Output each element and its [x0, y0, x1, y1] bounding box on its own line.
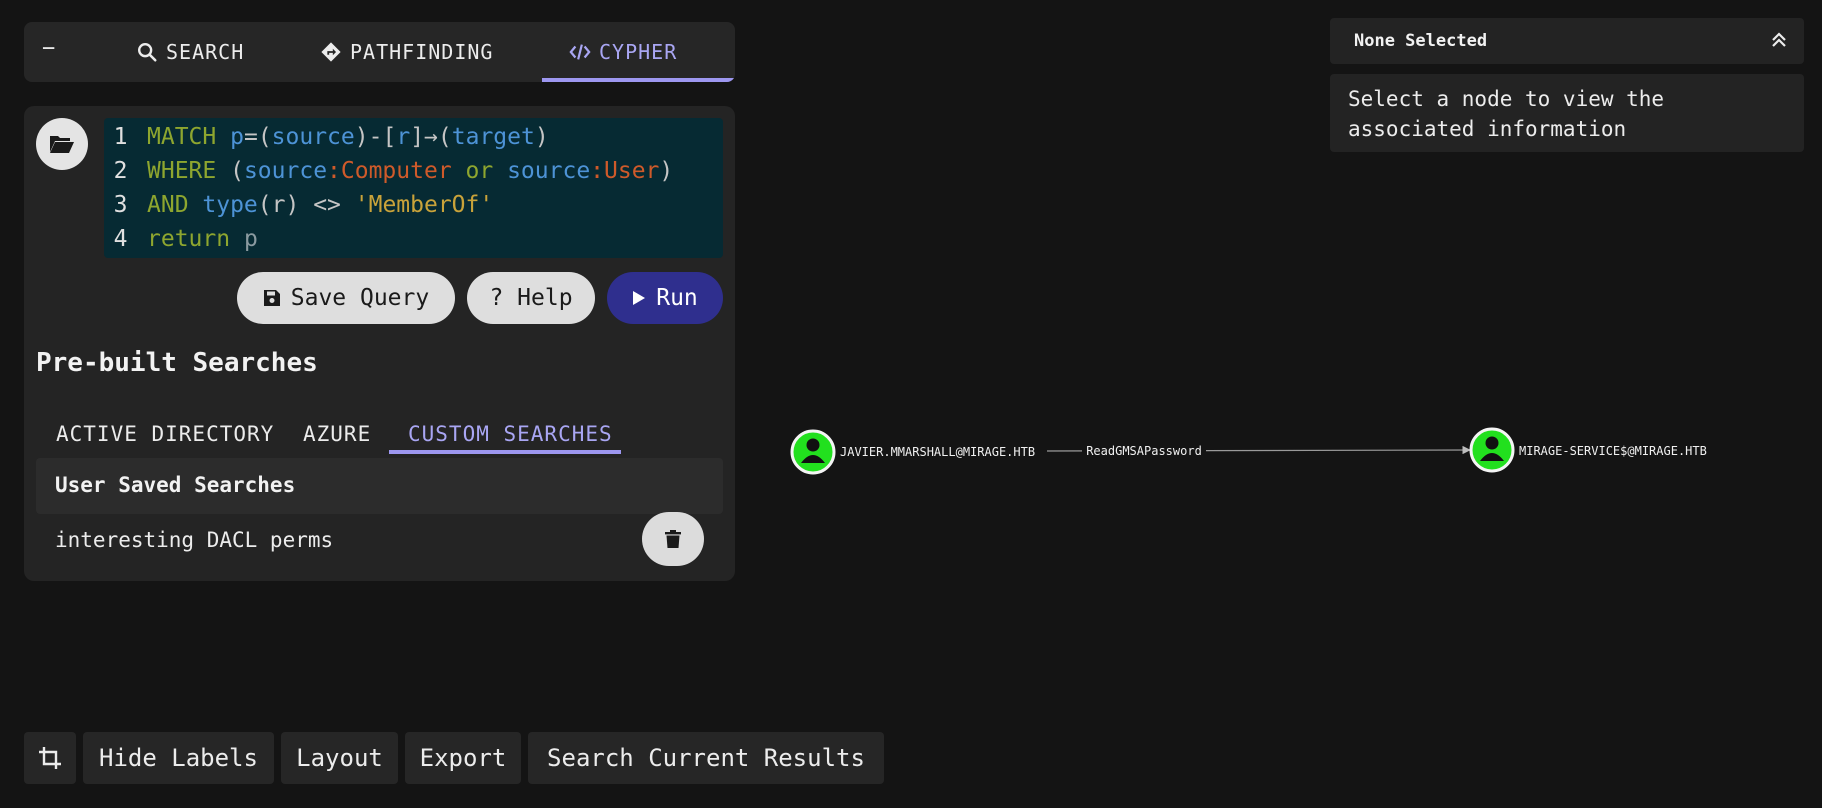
line-number: 4 [113, 226, 128, 252]
code-token: p [243, 226, 258, 252]
directions-icon [321, 42, 341, 62]
delete-saved-search-button[interactable] [642, 512, 704, 566]
code-token: source [271, 124, 355, 150]
search-icon [138, 43, 157, 62]
code-token: <> [313, 192, 355, 218]
code-token: 'MemberOf' [354, 192, 494, 218]
help-button[interactable]: ? Help [467, 272, 595, 324]
save-icon [263, 290, 280, 306]
code-token: → [424, 124, 438, 150]
code-line: 1 MATCH p=(source)-[r]→(target) [104, 120, 723, 154]
layout-button[interactable]: Layout [281, 732, 398, 784]
code-token: r [271, 192, 286, 218]
code-token: ( [230, 158, 244, 184]
collapse-panel-button[interactable]: − [42, 36, 62, 62]
code-token: AND [147, 192, 203, 218]
code-token: ( [257, 124, 272, 150]
code-token: MATCH [147, 124, 231, 150]
help-label: ? Help [489, 285, 573, 311]
node-circle [1469, 427, 1515, 473]
code-line: 2 WHERE (source:Computer or source:User) [104, 154, 723, 188]
export-button[interactable]: Export [405, 732, 521, 784]
user-saved-searches-label: User Saved Searches [55, 473, 296, 497]
crop-icon [39, 747, 61, 769]
run-button[interactable]: Run [607, 272, 723, 324]
code-token: ) [659, 158, 674, 184]
code-text: MATCH p=(source)-[r]→(target) [137, 120, 549, 154]
code-token: ) [285, 192, 314, 218]
entity-info-header[interactable]: None Selected [1330, 18, 1804, 64]
code-token: target [451, 124, 535, 150]
graph-node-target[interactable]: MIRAGE-SERVICE$@MIRAGE.HTB [1469, 427, 1712, 473]
code-token: -[ [368, 124, 397, 150]
code-token: source [507, 158, 591, 184]
graph-canvas[interactable]: ReadGMSAPassword JAVIER.MMARSHALL@MIRAGE… [760, 400, 1820, 510]
code-token: ) [354, 124, 369, 150]
code-token: or [465, 158, 508, 184]
prebuilt-searches-title: Pre-built Searches [36, 348, 318, 378]
search-current-results-button[interactable]: Search Current Results [528, 732, 884, 784]
code-line: 3 AND type(r) <> 'MemberOf' [104, 188, 723, 222]
code-token: WHERE [147, 158, 231, 184]
code-token: type [202, 192, 258, 218]
node-circle [790, 429, 836, 475]
code-token: return [147, 226, 244, 252]
code-text: WHERE (source:Computer or source:User) [137, 154, 673, 188]
code-text: AND type(r) <> 'MemberOf' [137, 188, 493, 222]
code-token: ] [410, 124, 425, 150]
save-query-label: Save Query [290, 285, 430, 311]
open-saved-queries-button[interactable] [36, 118, 88, 170]
folder-open-icon [50, 136, 74, 153]
active-subtab-indicator [389, 450, 621, 454]
tab-cypher-label: CYPHER [599, 40, 678, 64]
code-token: = [243, 124, 258, 150]
active-tab-indicator [542, 78, 735, 82]
node-label-source: JAVIER.MMARSHALL@MIRAGE.HTB [840, 445, 1035, 459]
code-token: r [396, 124, 411, 150]
line-number: 3 [113, 192, 128, 218]
code-token: p [230, 124, 244, 150]
saved-search-item[interactable]: interesting DACL perms [55, 528, 333, 552]
user-saved-searches-header: User Saved Searches [36, 458, 723, 514]
tab-search[interactable]: SEARCH [136, 22, 244, 82]
trash-icon [665, 530, 681, 548]
edge-label[interactable]: ReadGMSAPassword [1086, 444, 1202, 458]
tab-search-label: SEARCH [166, 40, 245, 64]
entity-info-title: None Selected [1354, 31, 1488, 51]
tab-azure[interactable]: AZURE [303, 422, 371, 446]
code-token: ( [257, 192, 272, 218]
code-token: ( [437, 124, 452, 150]
save-query-button[interactable]: Save Query [237, 272, 455, 324]
graph-node-source[interactable]: JAVIER.MMARSHALL@MIRAGE.HTB [790, 429, 1047, 475]
hide-labels-button[interactable]: Hide Labels [83, 732, 274, 784]
node-label-target: MIRAGE-SERVICE$@MIRAGE.HTB [1519, 444, 1707, 458]
tab-cypher[interactable]: CYPHER [569, 22, 677, 82]
line-number: 2 [113, 158, 128, 184]
code-line: 4 return p [104, 222, 723, 256]
code-token: :Computer [327, 158, 466, 184]
tab-custom-searches[interactable]: CUSTOM SEARCHES [408, 422, 613, 446]
tab-pathfinding[interactable]: PATHFINDING [320, 22, 493, 82]
code-icon [569, 44, 591, 60]
code-token: :User [590, 158, 660, 184]
user-icon [806, 438, 820, 452]
tab-active-directory[interactable]: ACTIVE DIRECTORY [56, 422, 274, 446]
code-token: source [243, 158, 328, 184]
line-number: 1 [113, 124, 128, 150]
cypher-panel: 1 MATCH p=(source)-[r]→(target) 2 WHERE (so… [24, 106, 735, 581]
crop-fit-button[interactable] [24, 732, 76, 784]
run-label: Run [656, 285, 698, 311]
user-icon [1485, 436, 1499, 450]
cypher-query-editor[interactable]: 1 MATCH p=(source)-[r]→(target) 2 WHERE (so… [104, 118, 723, 258]
tab-pathfinding-label: PATHFINDING [350, 40, 494, 64]
search-mode-tabs: − SEARCH PATHFINDING CYPHER [24, 22, 735, 82]
code-token: ) [534, 124, 549, 150]
chevron-double-up-icon[interactable] [1768, 29, 1790, 51]
code-text: return p [137, 222, 258, 256]
play-icon [633, 291, 646, 305]
entity-info-body: Select a node to view the associated inf… [1330, 74, 1804, 152]
